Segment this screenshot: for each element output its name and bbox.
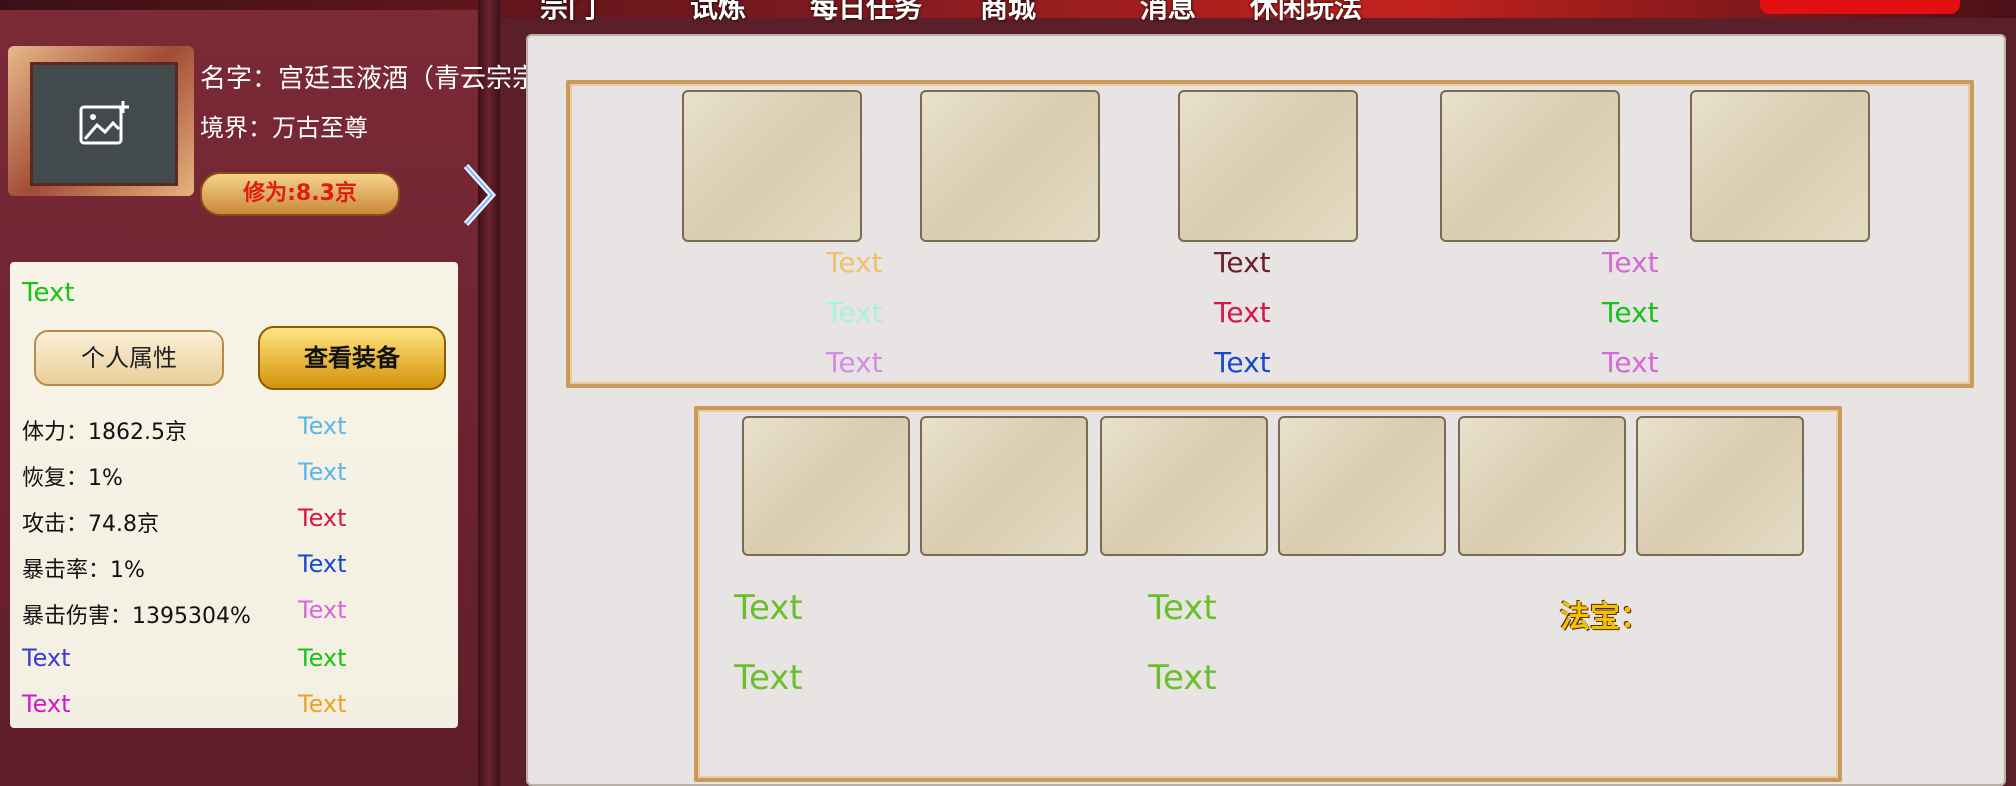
- stat-hp: 体力：1862.5京: [22, 420, 187, 445]
- upper-text: Text: [1602, 346, 1659, 379]
- stat-extra-label-2: Text: [22, 690, 71, 718]
- player-realm: 境界：万古至尊: [200, 114, 368, 142]
- upper-text: Text: [1214, 246, 1271, 279]
- equip-slot[interactable]: [1690, 90, 1870, 242]
- upper-text: Text: [1602, 246, 1659, 279]
- treasure-slot[interactable]: [1636, 416, 1804, 556]
- stat-crit-damage: 暴击伤害：1395304%: [22, 604, 251, 629]
- avatar-frame[interactable]: [8, 46, 194, 196]
- stat-regen: 恢复：1%: [22, 466, 123, 491]
- lower-text: Text: [1148, 588, 1217, 628]
- tab-daily-task[interactable]: 每日任务: [810, 0, 922, 26]
- info-card: Text 个人属性 查看装备 体力：1862.5京 Text 恢复：1% Tex…: [10, 262, 458, 728]
- stat-extra-value-2: Text: [298, 690, 347, 718]
- tab-trial[interactable]: 试炼: [690, 0, 746, 26]
- lower-text: Text: [734, 658, 803, 698]
- upper-text: Text: [1214, 346, 1271, 379]
- tab-shop[interactable]: 商城: [980, 0, 1036, 26]
- lower-text: Text: [734, 588, 803, 628]
- treasure-slot[interactable]: [1100, 416, 1268, 556]
- chevron-right-icon[interactable]: [460, 160, 500, 230]
- equip-slot[interactable]: [920, 90, 1100, 242]
- upper-text: Text: [1602, 296, 1659, 329]
- treasure-slot[interactable]: [1278, 416, 1446, 556]
- add-image-icon: [79, 101, 129, 145]
- stat-crit-rate: 暴击率：1%: [22, 558, 145, 583]
- treasure-slot[interactable]: [1458, 416, 1626, 556]
- upper-text: Text: [826, 346, 883, 379]
- treasure-slot[interactable]: [920, 416, 1088, 556]
- treasure-slot[interactable]: [742, 416, 910, 556]
- stat-hp-extra: Text: [298, 412, 347, 440]
- stat-extra-label-1: Text: [22, 644, 71, 672]
- top-red-button[interactable]: [1760, 0, 1960, 14]
- equip-slot[interactable]: [1178, 90, 1358, 242]
- upper-text: Text: [826, 296, 883, 329]
- avatar[interactable]: [30, 62, 178, 186]
- lower-text: Text: [1148, 658, 1217, 698]
- cultivation-text: 修为:8.3京: [243, 181, 357, 206]
- tab-sect[interactable]: 宗门: [540, 0, 596, 26]
- view-equipment-button[interactable]: 查看装备: [258, 326, 446, 390]
- stat-crit-rate-extra: Text: [298, 550, 347, 578]
- panel-divider: [478, 0, 500, 786]
- stat-crit-damage-extra: Text: [298, 596, 347, 624]
- stat-attack-extra: Text: [298, 504, 347, 532]
- upper-text: Text: [1214, 296, 1271, 329]
- equip-slot[interactable]: [1440, 90, 1620, 242]
- cultivation-badge: 修为:8.3京: [200, 172, 400, 216]
- main-panel: Text Text Text Text Text Text Text Text …: [526, 34, 2006, 786]
- stat-extra-value-1: Text: [298, 644, 347, 672]
- treasure-label: 法宝：: [1560, 600, 1650, 635]
- stat-regen-extra: Text: [298, 458, 347, 486]
- stat-attack: 攻击：74.8京: [22, 512, 159, 537]
- personal-attributes-button[interactable]: 个人属性: [34, 330, 224, 386]
- tab-leisure[interactable]: 休闲玩法: [1250, 0, 1362, 26]
- upper-text: Text: [826, 246, 883, 279]
- info-header: Text: [22, 278, 75, 308]
- tab-message[interactable]: 消息: [1140, 0, 1196, 26]
- equip-slot[interactable]: [682, 90, 862, 242]
